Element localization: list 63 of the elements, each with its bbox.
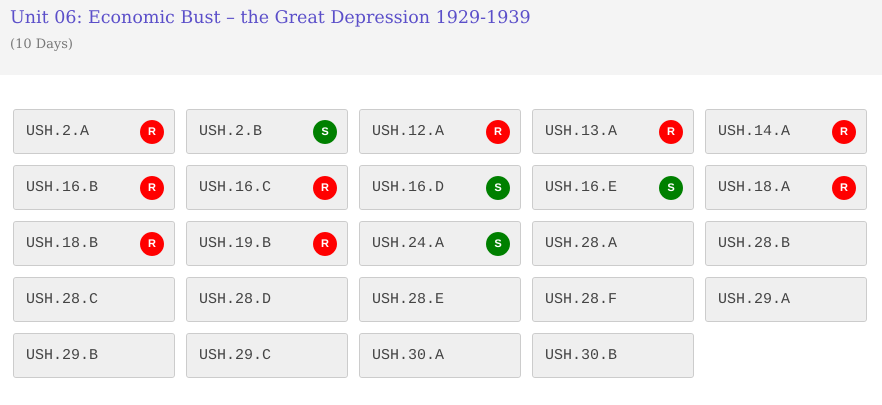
standard-code: USH.18.A — [718, 179, 790, 196]
standard-card[interactable]: USH.19.B R — [186, 221, 348, 266]
standard-card[interactable]: USH.24.A S — [359, 221, 521, 266]
standard-card[interactable]: USH.18.B R — [13, 221, 175, 266]
standard-card[interactable]: USH.28.D — [186, 277, 348, 322]
status-badge: R — [140, 176, 164, 200]
standard-card[interactable]: USH.14.A R — [705, 109, 867, 154]
status-badge: R — [486, 120, 510, 144]
standard-code: USH.28.F — [545, 291, 618, 308]
standard-code: USH.16.E — [545, 179, 618, 196]
standard-code: USH.12.A — [372, 123, 444, 140]
standard-code: USH.16.D — [372, 179, 444, 196]
status-badge: R — [313, 232, 337, 256]
status-badge: R — [832, 176, 856, 200]
standard-card[interactable]: USH.28.C — [13, 277, 175, 322]
standard-code: USH.28.A — [545, 235, 618, 252]
status-badge: R — [832, 120, 856, 144]
standard-card[interactable]: USH.16.C R — [186, 165, 348, 210]
standard-code: USH.28.E — [372, 291, 444, 308]
status-badge: R — [659, 120, 683, 144]
status-badge: R — [140, 232, 164, 256]
standard-code: USH.14.A — [718, 123, 790, 140]
standard-code: USH.16.B — [26, 179, 98, 196]
status-badge: S — [486, 176, 510, 200]
standard-card[interactable]: USH.13.A R — [532, 109, 694, 154]
standard-code: USH.30.B — [545, 347, 618, 364]
standard-card[interactable]: USH.30.B — [532, 333, 694, 378]
standard-code: USH.29.C — [199, 347, 272, 364]
standard-code: USH.28.D — [199, 291, 272, 308]
standard-card[interactable]: USH.28.A — [532, 221, 694, 266]
standard-code: USH.29.A — [718, 291, 790, 308]
standard-code: USH.19.B — [199, 235, 272, 252]
standard-card[interactable]: USH.16.B R — [13, 165, 175, 210]
standard-code: USH.28.B — [718, 235, 790, 252]
standard-code: USH.28.C — [26, 291, 98, 308]
standard-card[interactable]: USH.28.F — [532, 277, 694, 322]
standard-card[interactable]: USH.18.A R — [705, 165, 867, 210]
standard-code: USH.2.A — [26, 123, 90, 140]
standard-card[interactable]: USH.16.E S — [532, 165, 694, 210]
standard-code: USH.24.A — [372, 235, 444, 252]
standard-code: USH.2.B — [199, 123, 262, 140]
standard-card[interactable]: USH.28.B — [705, 221, 867, 266]
status-badge: S — [313, 120, 337, 144]
standard-code: USH.29.B — [26, 347, 98, 364]
standard-card[interactable]: USH.12.A R — [359, 109, 521, 154]
standard-code: USH.13.A — [545, 123, 618, 140]
unit-title: Unit 06: Economic Bust – the Great Depression 1929-1939 — [10, 7, 532, 30]
standard-code: USH.18.B — [26, 235, 98, 252]
standard-card[interactable]: USH.30.A — [359, 333, 521, 378]
standard-card[interactable]: USH.2.B S — [186, 109, 348, 154]
standard-card[interactable]: USH.2.A R — [13, 109, 175, 154]
standard-card[interactable]: USH.29.B — [13, 333, 175, 378]
standard-code: USH.30.A — [372, 347, 444, 364]
status-badge: S — [659, 176, 683, 200]
standard-code: USH.16.C — [199, 179, 272, 196]
status-badge: R — [313, 176, 337, 200]
standard-card[interactable]: USH.28.E — [359, 277, 521, 322]
standard-card[interactable]: USH.29.C — [186, 333, 348, 378]
status-badge: S — [486, 232, 510, 256]
status-badge: R — [140, 120, 164, 144]
standard-card[interactable]: USH.29.A — [705, 277, 867, 322]
standard-card[interactable]: USH.16.D S — [359, 165, 521, 210]
duration-text: (10 Days) — [10, 36, 74, 54]
